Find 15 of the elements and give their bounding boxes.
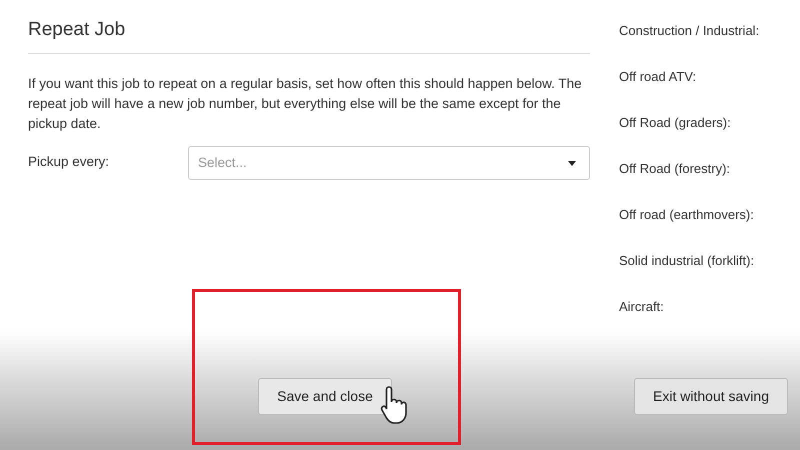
category-label: Construction / Industrial: xyxy=(619,22,760,39)
section-title: Repeat Job xyxy=(28,18,126,42)
save-button[interactable]: Save and close xyxy=(258,378,392,415)
category-label: Off road ATV: xyxy=(619,68,698,85)
hand-cursor-icon xyxy=(380,385,408,425)
category-label: Off Road (graders): xyxy=(619,114,732,131)
category-label: Solid industrial (forklift): xyxy=(619,252,756,269)
select-field[interactable]: Select... xyxy=(188,146,590,180)
category-label: Off Road (forestry): xyxy=(619,160,732,177)
description-text: If you want this job to repeat on a regular basis, set how often this should happen below. The repeat job will have a new job number, but everything else will be the same except for the pickup date. xyxy=(28,74,583,133)
exit-button[interactable]: Exit without saving xyxy=(634,378,788,415)
category-label: Off road (earthmovers): xyxy=(619,206,755,223)
caret-icon xyxy=(568,160,576,166)
category-label: Aircraft: xyxy=(619,298,665,315)
field-label: Pickup every: xyxy=(28,152,110,171)
